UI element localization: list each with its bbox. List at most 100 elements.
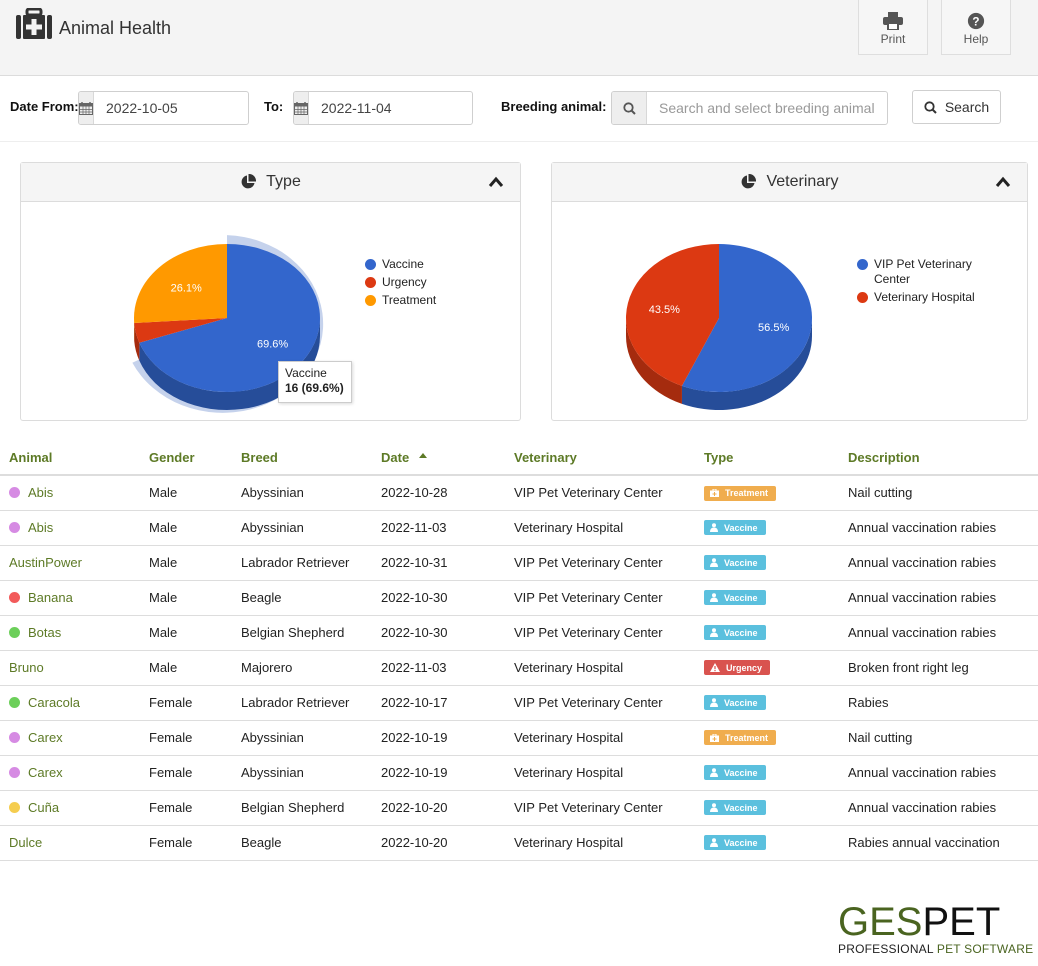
user-md-icon	[710, 523, 718, 532]
column-header-date[interactable]: Date	[372, 440, 505, 476]
search-icon	[924, 100, 937, 114]
animal-link[interactable]: Cuña	[9, 800, 140, 815]
cell-gender: Female	[140, 755, 232, 791]
animal-link[interactable]: Dulce	[9, 835, 140, 850]
chevron-up-icon[interactable]	[995, 175, 1011, 189]
cell-gender: Female	[140, 790, 232, 826]
cell-description: Rabies annual vaccination	[839, 825, 1038, 861]
cell-veterinary: VIP Pet Veterinary Center	[505, 615, 695, 651]
type-badge: Treatment	[704, 485, 777, 501]
date-from-input[interactable]	[94, 92, 248, 124]
date-to-input[interactable]	[309, 92, 472, 124]
column-header-veterinary[interactable]: Veterinary	[505, 440, 695, 476]
chevron-up-icon[interactable]	[488, 175, 504, 189]
legend-item[interactable]: Treatment	[365, 293, 436, 308]
column-header-animal[interactable]: Animal	[0, 440, 140, 476]
cell-animal: Dulce	[0, 825, 140, 861]
cell-animal: Botas	[0, 615, 140, 651]
table-row[interactable]: AustinPower Male Labrador Retriever 2022…	[0, 545, 1038, 581]
legend-item[interactable]: VIP Pet Veterinary Center	[857, 257, 987, 287]
type-badge-label: Vaccine	[724, 697, 758, 708]
veterinary-pie-chart[interactable]: 56.5% 43.5%	[552, 203, 1027, 421]
cell-animal: Bruno	[0, 650, 140, 686]
search-button[interactable]: Search	[912, 90, 1001, 124]
legend-swatch	[365, 277, 376, 288]
column-header-type[interactable]: Type	[695, 440, 839, 476]
animal-link[interactable]: Botas	[9, 625, 140, 640]
animal-name[interactable]: AustinPower	[9, 555, 82, 570]
animal-name[interactable]: Abis	[28, 485, 53, 500]
cell-veterinary: VIP Pet Veterinary Center	[505, 685, 695, 721]
table-row[interactable]: Banana Male Beagle 2022-10-30 VIP Pet Ve…	[0, 580, 1038, 616]
cell-veterinary: Veterinary Hospital	[505, 650, 695, 686]
legend-item[interactable]: Vaccine	[365, 257, 436, 272]
pie-slice-label: 56.5%	[758, 322, 789, 334]
cell-description: Rabies	[839, 685, 1038, 721]
legend-label: Veterinary Hospital	[874, 290, 975, 304]
status-dot	[9, 697, 20, 708]
help-button[interactable]: ? Help	[941, 0, 1011, 55]
type-badge: Vaccine	[704, 625, 766, 640]
animal-name[interactable]: Carex	[28, 730, 63, 745]
table-row[interactable]: Botas Male Belgian Shepherd 2022-10-30 V…	[0, 615, 1038, 651]
type-panel-title: Type	[266, 173, 301, 190]
animal-link[interactable]: Abis	[9, 520, 140, 535]
animal-link[interactable]: Carex	[9, 730, 140, 745]
date-to-field[interactable]	[293, 91, 473, 125]
user-md-icon	[710, 558, 718, 567]
animal-name[interactable]: Caracola	[28, 695, 80, 710]
table-row[interactable]: Cuña Female Belgian Shepherd 2022-10-20 …	[0, 790, 1038, 826]
cell-date: 2022-10-28	[372, 475, 505, 511]
top-bar: Animal Health Print ? Help	[0, 0, 1038, 76]
date-from-field[interactable]	[78, 91, 249, 125]
animal-name[interactable]: Carex	[28, 765, 63, 780]
calendar-icon[interactable]	[294, 92, 309, 124]
animal-name[interactable]: Dulce	[9, 835, 42, 850]
breeding-animal-field[interactable]	[611, 91, 888, 125]
type-badge: Vaccine	[704, 800, 766, 815]
table-row[interactable]: Bruno Male Majorero 2022-11-03 Veterinar…	[0, 650, 1038, 686]
cell-breed: Abyssinian	[232, 510, 372, 546]
animal-link[interactable]: Caracola	[9, 695, 140, 710]
cell-animal: Carex	[0, 720, 140, 756]
veterinary-chart-panel: Veterinary 56.5% 43.5% VIP Pet Veterinary…	[551, 162, 1028, 421]
warning-icon	[710, 663, 720, 672]
table-header-row: Animal Gender Breed Date Veterinary Type…	[0, 440, 1038, 476]
user-md-icon	[710, 803, 718, 812]
animal-name[interactable]: Abis	[28, 520, 53, 535]
animal-link[interactable]: Banana	[9, 590, 140, 605]
user-md-icon	[710, 768, 718, 777]
column-header-breed[interactable]: Breed	[232, 440, 372, 476]
animal-name[interactable]: Botas	[28, 625, 61, 640]
table-row[interactable]: Carex Female Abyssinian 2022-10-19 Veter…	[0, 755, 1038, 791]
table-row[interactable]: Carex Female Abyssinian 2022-10-19 Veter…	[0, 720, 1038, 756]
type-badge-label: Vaccine	[724, 802, 758, 813]
column-header-description[interactable]: Description	[839, 440, 1038, 476]
table-row[interactable]: Caracola Female Labrador Retriever 2022-…	[0, 685, 1038, 721]
type-pie-chart[interactable]: 69.6% 26.1%	[21, 203, 520, 421]
breeding-animal-label: Breeding animal:	[501, 99, 607, 114]
cell-date: 2022-11-03	[372, 510, 505, 546]
animal-name[interactable]: Cuña	[28, 800, 59, 815]
breeding-animal-input[interactable]	[647, 92, 887, 124]
type-badge: Vaccine	[704, 555, 766, 570]
animal-link[interactable]: AustinPower	[9, 555, 140, 570]
animal-link[interactable]: Bruno	[9, 660, 140, 675]
cell-animal: Banana	[0, 580, 140, 616]
veterinary-legend: VIP Pet Veterinary Center Veterinary Hosp…	[857, 257, 987, 308]
legend-item[interactable]: Veterinary Hospital	[857, 290, 987, 305]
table-row[interactable]: Abis Male Abyssinian 2022-11-03 Veterina…	[0, 510, 1038, 546]
animal-name[interactable]: Bruno	[9, 660, 44, 675]
cell-type: Vaccine	[695, 510, 839, 546]
cell-veterinary: Veterinary Hospital	[505, 510, 695, 546]
legend-item[interactable]: Urgency	[365, 275, 436, 290]
cell-description: Nail cutting	[839, 720, 1038, 756]
calendar-icon[interactable]	[79, 92, 94, 124]
print-button[interactable]: Print	[858, 0, 928, 55]
column-header-gender[interactable]: Gender	[140, 440, 232, 476]
table-row[interactable]: Abis Male Abyssinian 2022-10-28 VIP Pet …	[0, 475, 1038, 511]
animal-link[interactable]: Carex	[9, 765, 140, 780]
animal-link[interactable]: Abis	[9, 485, 140, 500]
table-row[interactable]: Dulce Female Beagle 2022-10-20 Veterinar…	[0, 825, 1038, 861]
animal-name[interactable]: Banana	[28, 590, 73, 605]
